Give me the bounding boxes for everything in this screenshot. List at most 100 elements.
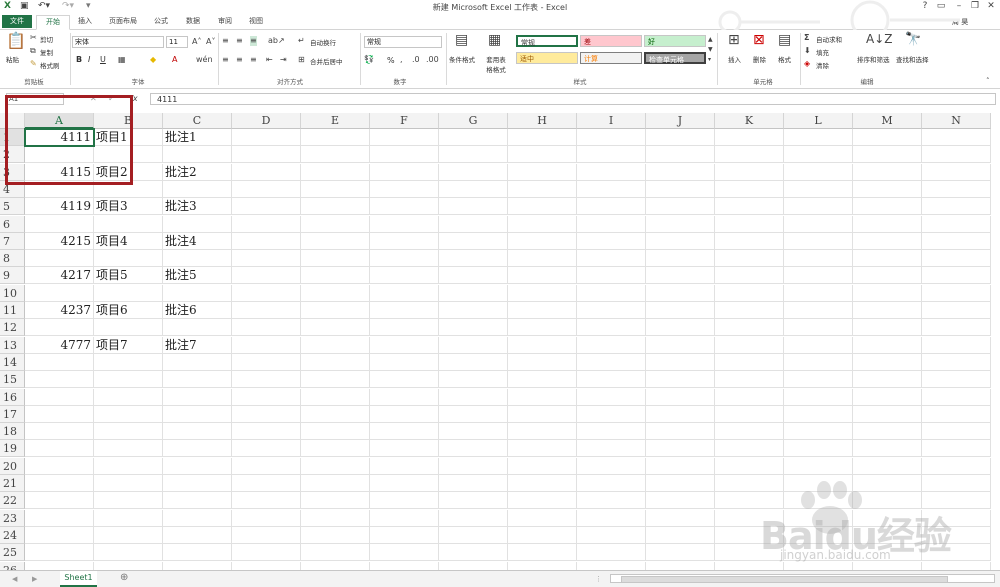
align-right-icon[interactable]: ≡ bbox=[250, 55, 257, 65]
cell-d3[interactable] bbox=[232, 163, 301, 181]
cell-d9[interactable] bbox=[232, 267, 301, 285]
cell-g5[interactable] bbox=[439, 198, 508, 216]
row-header-11[interactable]: 11 bbox=[0, 302, 25, 319]
cell-f13[interactable] bbox=[370, 336, 439, 354]
cell-m15[interactable] bbox=[853, 371, 922, 389]
cell-f1[interactable] bbox=[370, 129, 439, 146]
cell-d16[interactable] bbox=[232, 388, 301, 406]
cell-m4[interactable] bbox=[853, 180, 922, 198]
cell-a15[interactable] bbox=[25, 371, 94, 389]
cell-a4[interactable] bbox=[25, 180, 94, 198]
cell-g9[interactable] bbox=[439, 267, 508, 285]
clear-icon[interactable]: ◈ bbox=[804, 59, 810, 69]
row-header-24[interactable]: 24 bbox=[0, 526, 25, 544]
cell-i15[interactable] bbox=[577, 371, 646, 389]
cell-a20[interactable] bbox=[25, 457, 94, 475]
fill-color-icon[interactable]: ◆ bbox=[150, 55, 156, 65]
row-header-18[interactable]: 18 bbox=[0, 423, 25, 441]
cell-b1[interactable]: 项目1 bbox=[94, 129, 163, 146]
bottom-align-icon[interactable]: ≡ bbox=[250, 36, 257, 46]
cell-h23[interactable] bbox=[508, 509, 577, 527]
cell-h12[interactable] bbox=[508, 319, 577, 337]
cut-icon[interactable]: ✂ bbox=[30, 33, 37, 43]
cell-h6[interactable] bbox=[508, 215, 577, 233]
row-header-1[interactable]: 1 bbox=[0, 129, 25, 146]
cell-f22[interactable] bbox=[370, 492, 439, 510]
cell-d14[interactable] bbox=[232, 353, 301, 371]
cell-i24[interactable] bbox=[577, 526, 646, 544]
cell-a14[interactable] bbox=[25, 353, 94, 371]
cell-g22[interactable] bbox=[439, 492, 508, 510]
cell-f26[interactable] bbox=[370, 561, 439, 570]
cell-f18[interactable] bbox=[370, 423, 439, 441]
cell-d23[interactable] bbox=[232, 509, 301, 527]
tab-data[interactable]: 数据 bbox=[180, 15, 206, 28]
cell-j17[interactable] bbox=[646, 405, 715, 423]
insert-function-icon[interactable]: fx bbox=[130, 94, 138, 103]
paste-button[interactable]: 粘贴 bbox=[6, 54, 19, 64]
cell-j4[interactable] bbox=[646, 180, 715, 198]
tab-review[interactable]: 审阅 bbox=[212, 15, 238, 28]
tab-page-layout[interactable]: 页面布局 bbox=[102, 15, 144, 28]
cell-a9[interactable]: 4217 bbox=[25, 267, 94, 285]
cell-l7[interactable] bbox=[784, 232, 853, 250]
cell-c15[interactable] bbox=[163, 371, 232, 389]
cell-b23[interactable] bbox=[94, 509, 163, 527]
cell-c23[interactable] bbox=[163, 509, 232, 527]
fill-icon[interactable]: ⬇ bbox=[804, 46, 811, 56]
cell-g14[interactable] bbox=[439, 353, 508, 371]
cell-e18[interactable] bbox=[301, 423, 370, 441]
cell-g3[interactable] bbox=[439, 163, 508, 181]
cell-g21[interactable] bbox=[439, 475, 508, 492]
column-header-j[interactable]: J bbox=[646, 113, 715, 129]
cell-k2[interactable] bbox=[715, 146, 784, 164]
cell-f17[interactable] bbox=[370, 405, 439, 423]
cell-n1[interactable] bbox=[922, 129, 991, 146]
cell-h20[interactable] bbox=[508, 457, 577, 475]
cell-c1[interactable]: 批注1 bbox=[163, 129, 232, 146]
row-header-5[interactable]: 5 bbox=[0, 198, 25, 216]
cell-i10[interactable] bbox=[577, 284, 646, 302]
cell-m1[interactable] bbox=[853, 129, 922, 146]
format-painter-button[interactable]: 格式刷 bbox=[40, 60, 60, 70]
conditional-format-button[interactable]: 条件格式 bbox=[449, 54, 475, 64]
cell-f7[interactable] bbox=[370, 232, 439, 250]
cell-g19[interactable] bbox=[439, 440, 508, 458]
cell-e16[interactable] bbox=[301, 388, 370, 406]
cell-k9[interactable] bbox=[715, 267, 784, 285]
cell-c19[interactable] bbox=[163, 440, 232, 458]
cell-g25[interactable] bbox=[439, 544, 508, 562]
accounting-icon[interactable]: 💱 bbox=[364, 55, 374, 65]
cell-m7[interactable] bbox=[853, 232, 922, 250]
cell-c18[interactable] bbox=[163, 423, 232, 441]
cell-h19[interactable] bbox=[508, 440, 577, 458]
cell-n20[interactable] bbox=[922, 457, 991, 475]
cell-a24[interactable] bbox=[25, 526, 94, 544]
cell-j21[interactable] bbox=[646, 475, 715, 492]
cell-m3[interactable] bbox=[853, 163, 922, 181]
cell-d26[interactable] bbox=[232, 561, 301, 570]
cell-c3[interactable]: 批注2 bbox=[163, 163, 232, 181]
cell-a18[interactable] bbox=[25, 423, 94, 441]
cell-e15[interactable] bbox=[301, 371, 370, 389]
cell-c10[interactable] bbox=[163, 284, 232, 302]
cell-j3[interactable] bbox=[646, 163, 715, 181]
cell-f6[interactable] bbox=[370, 215, 439, 233]
column-header-b[interactable]: B bbox=[94, 113, 163, 129]
cell-j8[interactable] bbox=[646, 250, 715, 268]
delete-cells-icon[interactable]: ⊠ bbox=[753, 33, 765, 47]
style-neutral[interactable]: 适中 bbox=[516, 52, 578, 64]
cell-j7[interactable] bbox=[646, 232, 715, 250]
cell-h3[interactable] bbox=[508, 163, 577, 181]
cell-j12[interactable] bbox=[646, 319, 715, 337]
cell-n9[interactable] bbox=[922, 267, 991, 285]
cell-b10[interactable] bbox=[94, 284, 163, 302]
cell-i9[interactable] bbox=[577, 267, 646, 285]
clear-button[interactable]: 清除 bbox=[816, 60, 829, 70]
column-header-d[interactable]: D bbox=[232, 113, 301, 129]
row-header-20[interactable]: 20 bbox=[0, 457, 25, 475]
cell-f15[interactable] bbox=[370, 371, 439, 389]
row-header-21[interactable]: 21 bbox=[0, 475, 25, 492]
cell-n10[interactable] bbox=[922, 284, 991, 302]
cell-g10[interactable] bbox=[439, 284, 508, 302]
